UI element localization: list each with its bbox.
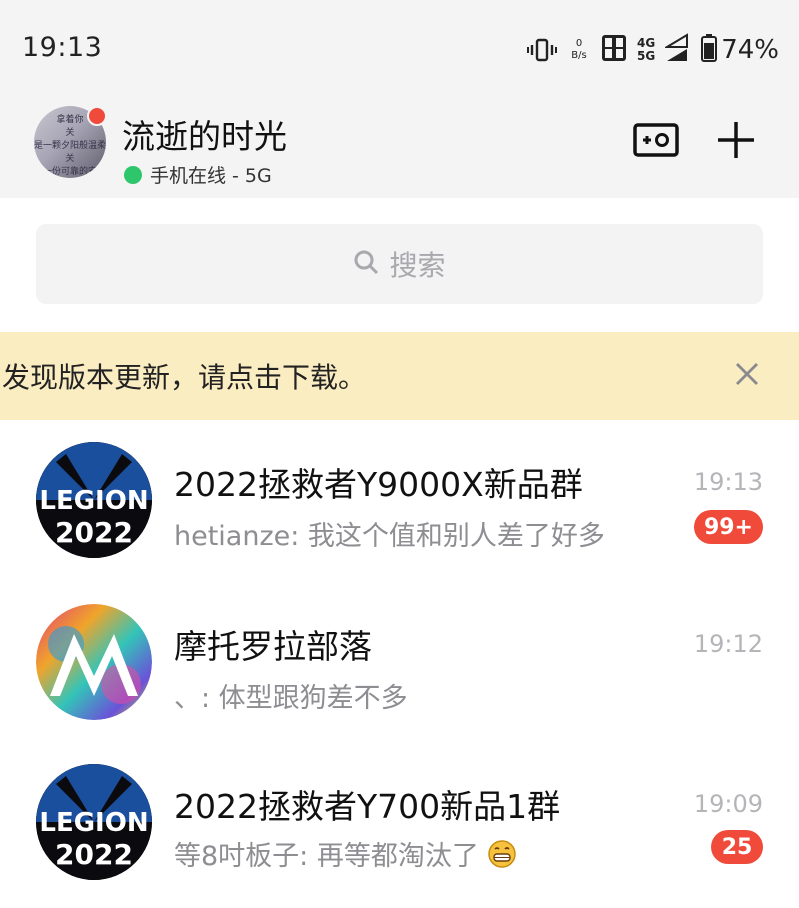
chat-name: 摩托罗拉部落 bbox=[174, 627, 372, 666]
battery: 74% bbox=[701, 34, 779, 66]
chat-last-message-text: 等8吋板子: 再等都淘汰了 bbox=[174, 841, 479, 872]
chat-time: 19:13 bbox=[693, 468, 763, 496]
avatar-line: 是一份可靠的安全 bbox=[34, 167, 106, 177]
avatar-line: 是一颗夕阳般温柔 bbox=[34, 141, 106, 151]
avatar-line: 关 bbox=[65, 128, 75, 138]
group-avatar: LEGION 2022 bbox=[36, 764, 152, 880]
online-status[interactable]: 手机在线 - 5G bbox=[124, 161, 272, 188]
network-type: 4G 5G bbox=[637, 37, 655, 63]
close-icon bbox=[735, 362, 759, 390]
network-speed-unit: B/s bbox=[571, 50, 587, 61]
search-placeholder: 搜索 bbox=[389, 249, 446, 282]
search-bar[interactable]: 搜索 bbox=[36, 224, 763, 304]
nickname[interactable]: 流逝的时光 bbox=[122, 110, 287, 158]
avatar-label: LEGION bbox=[39, 486, 149, 516]
add-button[interactable] bbox=[706, 112, 766, 172]
search-icon bbox=[353, 249, 379, 279]
plus-icon bbox=[716, 120, 756, 164]
camera-button[interactable] bbox=[626, 112, 686, 172]
vibrate-icon bbox=[527, 37, 557, 63]
chat-list-item[interactable]: LEGION 2022 2022拯救者Y9000X新品群 hetianze: 我… bbox=[0, 428, 799, 590]
battery-percent: 74% bbox=[721, 35, 779, 65]
signal-icon bbox=[663, 33, 691, 67]
battery-icon bbox=[701, 34, 718, 66]
chat-last-message: hetianze: 我这个值和别人差了好多 bbox=[174, 521, 605, 552]
online-status-label: 手机在线 - 5G bbox=[150, 165, 272, 187]
unread-badge: 99+ bbox=[693, 510, 763, 544]
chat-last-message: 、: 体型跟狗差不多 bbox=[174, 683, 408, 714]
group-avatar: LEGION 2022 bbox=[36, 442, 152, 558]
avatar-line: 关 bbox=[65, 154, 75, 164]
hd-icon bbox=[601, 34, 627, 66]
update-banner-text[interactable]: 发现版本更新，请点击下载。 bbox=[2, 356, 366, 396]
unread-badge: 25 bbox=[711, 830, 763, 864]
network-speed-value: 0 bbox=[575, 38, 583, 49]
profile-header: 拿着你 关 是一颗夕阳般温柔 关 是一份可靠的安全 流逝的时光 手机在线 - 5… bbox=[0, 98, 799, 198]
chat-list-item[interactable]: 摩托罗拉部落 、: 体型跟狗差不多 19:12 bbox=[0, 590, 799, 752]
close-button[interactable] bbox=[725, 354, 769, 398]
avatar-label: LEGION bbox=[39, 808, 149, 838]
notification-dot bbox=[87, 106, 107, 126]
grin-emoji-icon bbox=[487, 839, 517, 876]
chat-name: 2022拯救者Y700新品1群 bbox=[174, 787, 561, 826]
network-speed: 0 B/s bbox=[567, 38, 591, 62]
chat-list-item[interactable]: LEGION 2022 2022拯救者Y700新品1群 等8吋板子: 再等都淘汰… bbox=[0, 752, 799, 908]
online-dot-icon bbox=[124, 165, 142, 184]
camera-icon bbox=[633, 121, 679, 163]
status-icons: 0 B/s 4G 5G 74% bbox=[527, 30, 779, 70]
group-avatar bbox=[36, 604, 152, 720]
network-type-bottom: 5G bbox=[637, 49, 656, 63]
status-time: 19:13 bbox=[22, 32, 103, 63]
status-bar: 19:13 0 B/s 4G 5G 74% bbox=[0, 0, 799, 98]
chat-last-message: 等8吋板子: 再等都淘汰了 bbox=[174, 834, 517, 876]
chat-time: 19:09 bbox=[693, 790, 763, 818]
avatar-label: 2022 bbox=[55, 516, 133, 549]
update-banner[interactable]: 发现版本更新，请点击下载。 bbox=[0, 332, 799, 420]
chat-name: 2022拯救者Y9000X新品群 bbox=[174, 465, 583, 504]
avatar-label: 2022 bbox=[55, 838, 133, 871]
chat-time: 19:12 bbox=[693, 630, 763, 658]
